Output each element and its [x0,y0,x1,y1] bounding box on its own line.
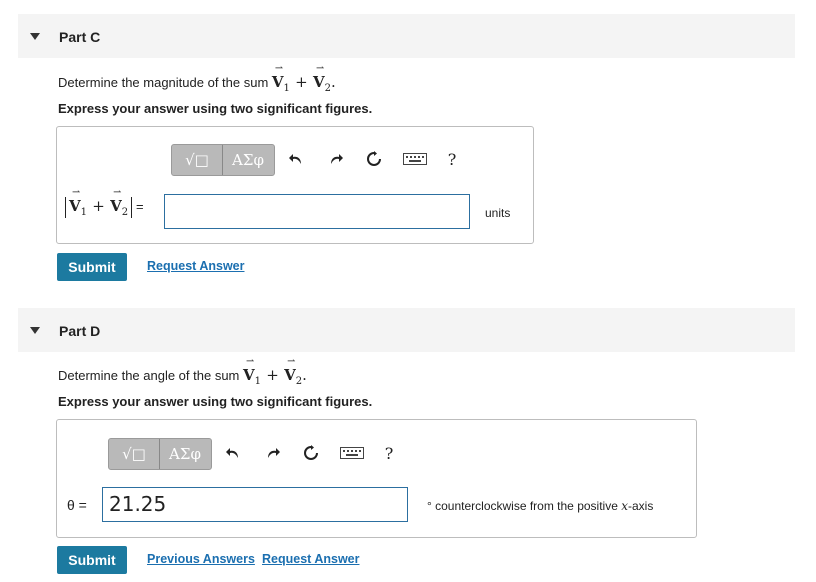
greek-symbols-button[interactable]: ΑΣφ [223,145,273,175]
sqrt-template-icon: √□ [122,445,146,463]
part-d-answer-box: √□ ΑΣφ ? θ = 21.25 ° counterclockwise fr… [56,419,697,538]
part-d-prompt: Determine the angle of the sum ⇀ V1 + ⇀ V2… [58,356,307,387]
keyboard-icon[interactable] [401,148,429,170]
prompt-text: Determine the magnitude of the sum [58,75,269,90]
templates-button[interactable]: √□ [172,145,222,175]
vector-sum-expression: ⇀ V1 + ⇀ V2. [271,63,336,94]
greek-symbols-button[interactable]: ΑΣφ [160,439,210,469]
part-d-header[interactable]: Part D [18,308,795,352]
greek-symbols-icon: ΑΣφ [169,445,201,463]
templates-button[interactable]: √□ [109,439,159,469]
theta-label: θ = [67,497,87,513]
help-icon[interactable]: ? [378,442,400,464]
part-d-toolbar: √□ ΑΣφ ? [108,438,448,470]
sqrt-template-icon: √□ [185,151,209,169]
part-c-submit-button[interactable]: Submit [57,253,127,281]
magnitude-label: ⇀ V1 + ⇀ V2 = [65,187,144,218]
part-c-instruction: Express your answer using two significan… [58,101,373,116]
part-c-title: Part C [59,29,101,45]
part-c-prompt: Determine the magnitude of the sum ⇀ V1 +… [58,63,336,94]
angle-input[interactable]: 21.25 [102,487,408,522]
previous-answers-link[interactable]: Previous Answers [147,552,255,566]
keyboard-icon[interactable] [338,442,366,464]
reset-icon[interactable] [300,442,322,464]
help-icon[interactable]: ? [441,148,463,170]
undo-icon[interactable] [222,442,244,464]
greek-symbols-icon: ΑΣφ [232,151,264,169]
part-d-title: Part D [59,323,101,339]
angle-units-label: ° counterclockwise from the positive x-a… [427,499,654,513]
magnitude-input[interactable] [164,194,470,229]
part-d-instruction: Express your answer using two significan… [58,394,373,409]
prompt-text: Determine the angle of the sum [58,368,240,383]
part-c-header[interactable]: Part C [18,14,795,58]
triangle-down-icon[interactable] [30,327,40,334]
part-c-answer-box: √□ ΑΣφ ? ⇀ V1 + ⇀ V2 = units [56,126,534,244]
part-d-submit-button[interactable]: Submit [57,546,127,574]
part-d-request-answer-link[interactable]: Request Answer [262,552,359,566]
reset-icon[interactable] [363,148,385,170]
vector-sum-expression: ⇀ V1 + ⇀ V2. [243,356,307,387]
part-d-toolbar-group: √□ ΑΣφ [108,438,212,470]
triangle-down-icon[interactable] [30,33,40,40]
redo-icon[interactable] [325,148,347,170]
part-c-toolbar-group: √□ ΑΣφ [171,144,275,176]
part-c-request-answer-link[interactable]: Request Answer [147,259,244,273]
redo-icon[interactable] [262,442,284,464]
units-label: units [485,206,511,220]
undo-icon[interactable] [285,148,307,170]
part-c-toolbar: √□ ΑΣφ ? [171,144,511,176]
